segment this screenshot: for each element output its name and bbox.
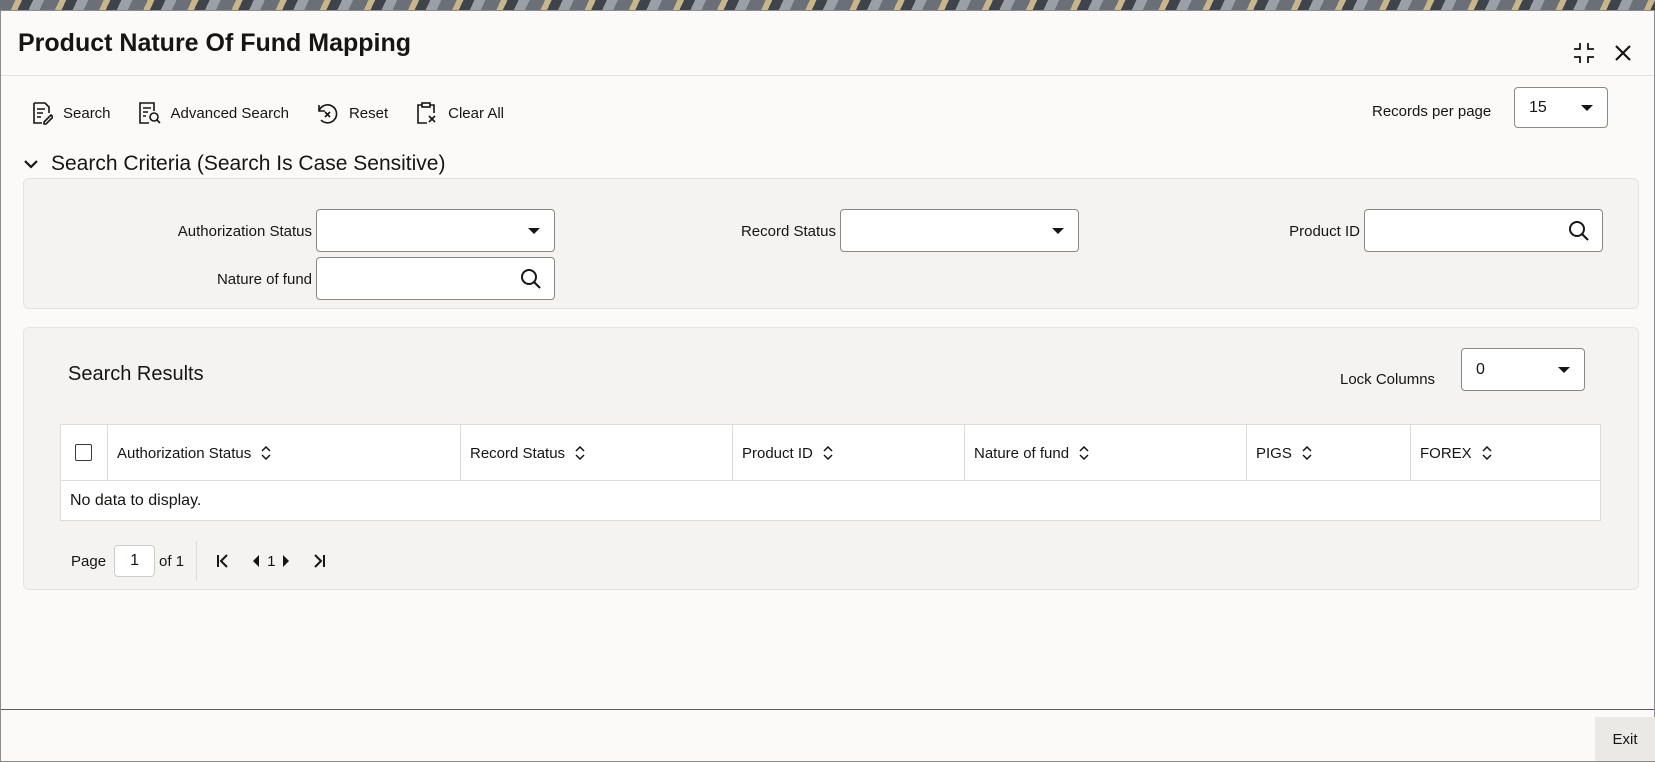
empty-table-message: No data to display. — [70, 492, 202, 509]
first-page-icon[interactable] — [215, 553, 231, 569]
advanced-search-button[interactable]: Advanced Search — [137, 101, 289, 125]
page-number-value: 1 — [130, 552, 139, 569]
exit-button-label: Exit — [1612, 730, 1638, 748]
records-per-page-label: Records per page — [1372, 103, 1492, 120]
page-title: Product Nature Of Fund Mapping — [18, 29, 412, 57]
product-id-input[interactable] — [1364, 209, 1603, 252]
select-all-column — [61, 425, 108, 481]
select-all-checkbox[interactable] — [75, 444, 92, 461]
authorization-status-select[interactable] — [316, 209, 555, 252]
chevron-down-icon — [1558, 366, 1570, 373]
column-header-label: PIGS — [1256, 444, 1292, 462]
column-header-label: Record Status — [470, 444, 566, 462]
toolbar: Search Advanced Search Reset Clear All — [31, 97, 530, 129]
next-page-icon[interactable] — [281, 554, 291, 568]
column-header-label: FOREX — [1420, 444, 1472, 462]
collapse-arrows-icon[interactable] — [1570, 39, 1598, 67]
search-icon[interactable] — [520, 268, 542, 290]
search-doc-icon — [33, 102, 53, 125]
sort-icon — [575, 446, 585, 460]
page-label: Page — [71, 552, 107, 570]
search-criteria-panel: Authorization Status Record Status Produ… — [23, 178, 1639, 309]
page-number-input[interactable]: 1 — [114, 545, 156, 577]
column-header-pigs[interactable]: PIGS — [1247, 425, 1411, 481]
lock-columns-label: Lock Columns — [1340, 371, 1436, 388]
exit-button[interactable]: Exit — [1595, 717, 1655, 761]
page-of-label: of 1 — [159, 552, 185, 570]
column-header-label: Product ID — [742, 444, 813, 462]
chevron-down-icon — [1581, 104, 1593, 111]
search-criteria-toggle[interactable]: Search Criteria (Search Is Case Sensitiv… — [23, 152, 445, 176]
top-banner-strip — [0, 0, 1655, 10]
records-per-page-value: 15 — [1529, 98, 1547, 116]
advanced-search-icon — [138, 102, 161, 124]
pager-divider — [196, 541, 198, 581]
search-icon[interactable] — [1568, 220, 1590, 242]
column-header-forex[interactable]: FOREX — [1411, 425, 1600, 481]
column-header-label: Authorization Status — [117, 444, 252, 462]
sort-icon — [1302, 446, 1312, 460]
column-header-label: Nature of fund — [974, 444, 1070, 462]
clear-all-icon — [417, 102, 436, 124]
column-header-record-status[interactable]: Record Status — [461, 425, 733, 481]
column-header-nature-of-fund[interactable]: Nature of fund — [965, 425, 1247, 481]
search-results-heading: Search Results — [68, 363, 204, 385]
advanced-search-button-label: Advanced Search — [170, 104, 289, 122]
sort-icon — [261, 446, 271, 460]
authorization-status-label: Authorization Status — [177, 223, 312, 240]
nature-of-fund-label: Nature of fund — [216, 271, 312, 288]
clear-all-button-label: Clear All — [448, 104, 504, 122]
chevron-down-icon — [24, 160, 38, 169]
search-button[interactable]: Search — [31, 101, 111, 125]
reset-button-label: Reset — [348, 104, 389, 122]
product-id-label: Product ID — [1289, 223, 1360, 240]
record-status-label: Record Status — [740, 223, 836, 240]
reset-button[interactable]: Reset — [315, 101, 388, 125]
column-header-product-id[interactable]: Product ID — [733, 425, 965, 481]
sort-icon — [1079, 446, 1089, 460]
pagination: Page 1 of 1 1 — [71, 541, 333, 581]
nature-of-fund-input[interactable] — [316, 257, 555, 300]
search-button-label: Search — [63, 104, 111, 122]
sort-icon — [823, 446, 833, 460]
chevron-down-icon — [1052, 227, 1064, 234]
title-divider — [1, 75, 1654, 76]
dialog-window: Product Nature Of Fund Mapping Search Ad… — [0, 10, 1655, 762]
last-page-icon[interactable] — [311, 553, 327, 569]
results-table: Authorization Status Record Status Produ… — [60, 424, 1601, 521]
lock-columns-value: 0 — [1476, 360, 1485, 378]
sort-icon — [1482, 446, 1492, 460]
clear-all-button[interactable]: Clear All — [414, 101, 504, 125]
record-status-select[interactable] — [840, 209, 1079, 252]
chevron-down-icon — [528, 227, 540, 234]
previous-page-icon[interactable] — [251, 554, 261, 568]
reset-icon — [318, 104, 338, 124]
table-header-row: Authorization Status Record Status Produ… — [61, 425, 1600, 481]
records-per-page-select[interactable]: 15 — [1514, 87, 1608, 128]
column-header-authorization-status[interactable]: Authorization Status — [108, 425, 461, 481]
footer-divider — [1, 709, 1654, 710]
search-criteria-heading: Search Criteria (Search Is Case Sensitiv… — [51, 152, 446, 175]
close-icon[interactable] — [1609, 39, 1637, 67]
lock-columns-select[interactable]: 0 — [1461, 348, 1585, 391]
current-page-number: 1 — [267, 552, 276, 570]
